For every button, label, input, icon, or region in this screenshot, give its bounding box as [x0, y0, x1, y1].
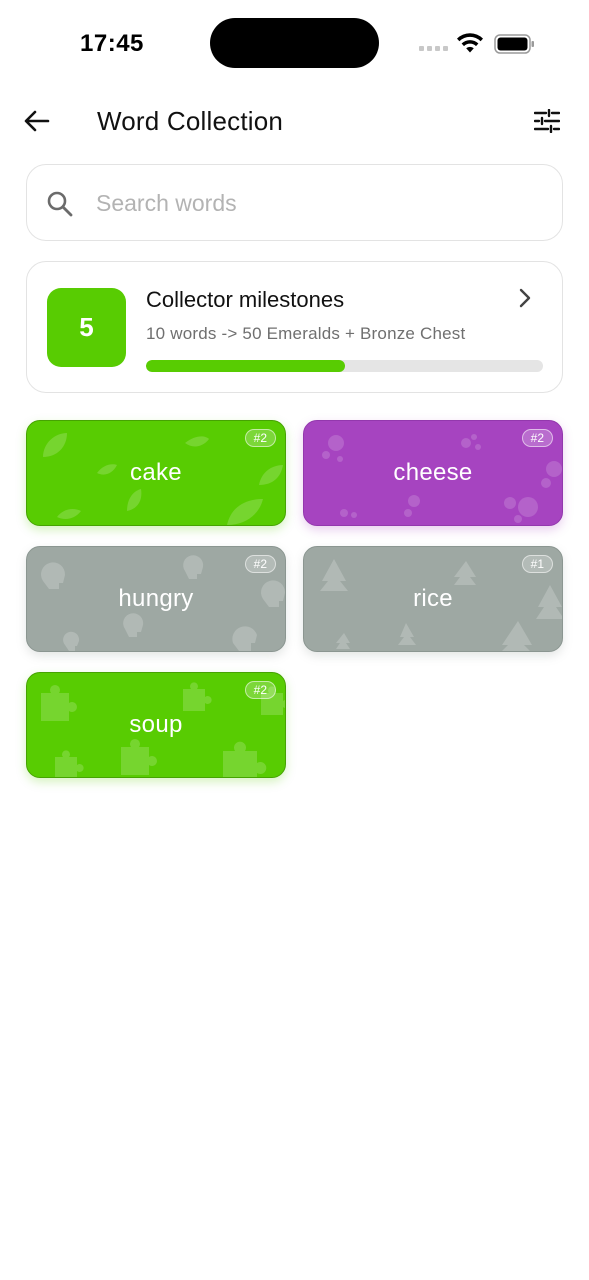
milestone-level-badge: 5: [47, 288, 126, 367]
word-rank-badge: #2: [244, 681, 276, 699]
milestone-progress-bar: [146, 360, 543, 372]
sliders-icon: [534, 109, 560, 133]
collector-milestone-card[interactable]: 5 Collector milestones 10 words -> 50 Em…: [26, 261, 563, 393]
word-label: cheese: [393, 459, 473, 486]
status-bar: 17:45: [0, 0, 589, 90]
back-button[interactable]: [20, 104, 54, 138]
search-icon: [47, 191, 73, 217]
arrow-left-icon: [24, 110, 50, 132]
word-card-rice[interactable]: rice #1: [303, 546, 563, 652]
search-bar[interactable]: [26, 164, 563, 241]
filter-button[interactable]: [530, 104, 564, 138]
milestone-reward-text: 10 words -> 50 Emeralds + Bronze Chest: [146, 324, 466, 343]
word-label: soup: [129, 711, 183, 738]
word-label: rice: [413, 585, 453, 612]
word-rank-badge: #2: [244, 429, 276, 447]
word-rank-badge: #1: [521, 555, 553, 573]
word-card-hungry[interactable]: hungry #2: [26, 546, 286, 652]
word-label: hungry: [118, 585, 194, 612]
word-card-cheese[interactable]: cheese #2: [303, 420, 563, 526]
page-title: Word Collection: [97, 106, 284, 136]
status-time: 17:45: [80, 30, 144, 57]
wifi-icon: [457, 33, 483, 53]
word-card-soup[interactable]: soup #2: [26, 672, 286, 778]
battery-icon: [494, 34, 534, 54]
chevron-right-icon[interactable]: [513, 286, 537, 310]
cellular-signal-icon: [419, 46, 448, 51]
word-rank-badge: #2: [521, 429, 553, 447]
word-label: cake: [130, 459, 182, 486]
milestone-progress-fill: [146, 360, 345, 372]
word-card-cake[interactable]: cake #2: [26, 420, 286, 526]
word-rank-badge: #2: [244, 555, 276, 573]
search-input[interactable]: [96, 183, 536, 223]
dynamic-island: [210, 18, 379, 68]
app-header: Word Collection: [0, 92, 589, 150]
milestone-title: Collector milestones: [146, 287, 345, 312]
